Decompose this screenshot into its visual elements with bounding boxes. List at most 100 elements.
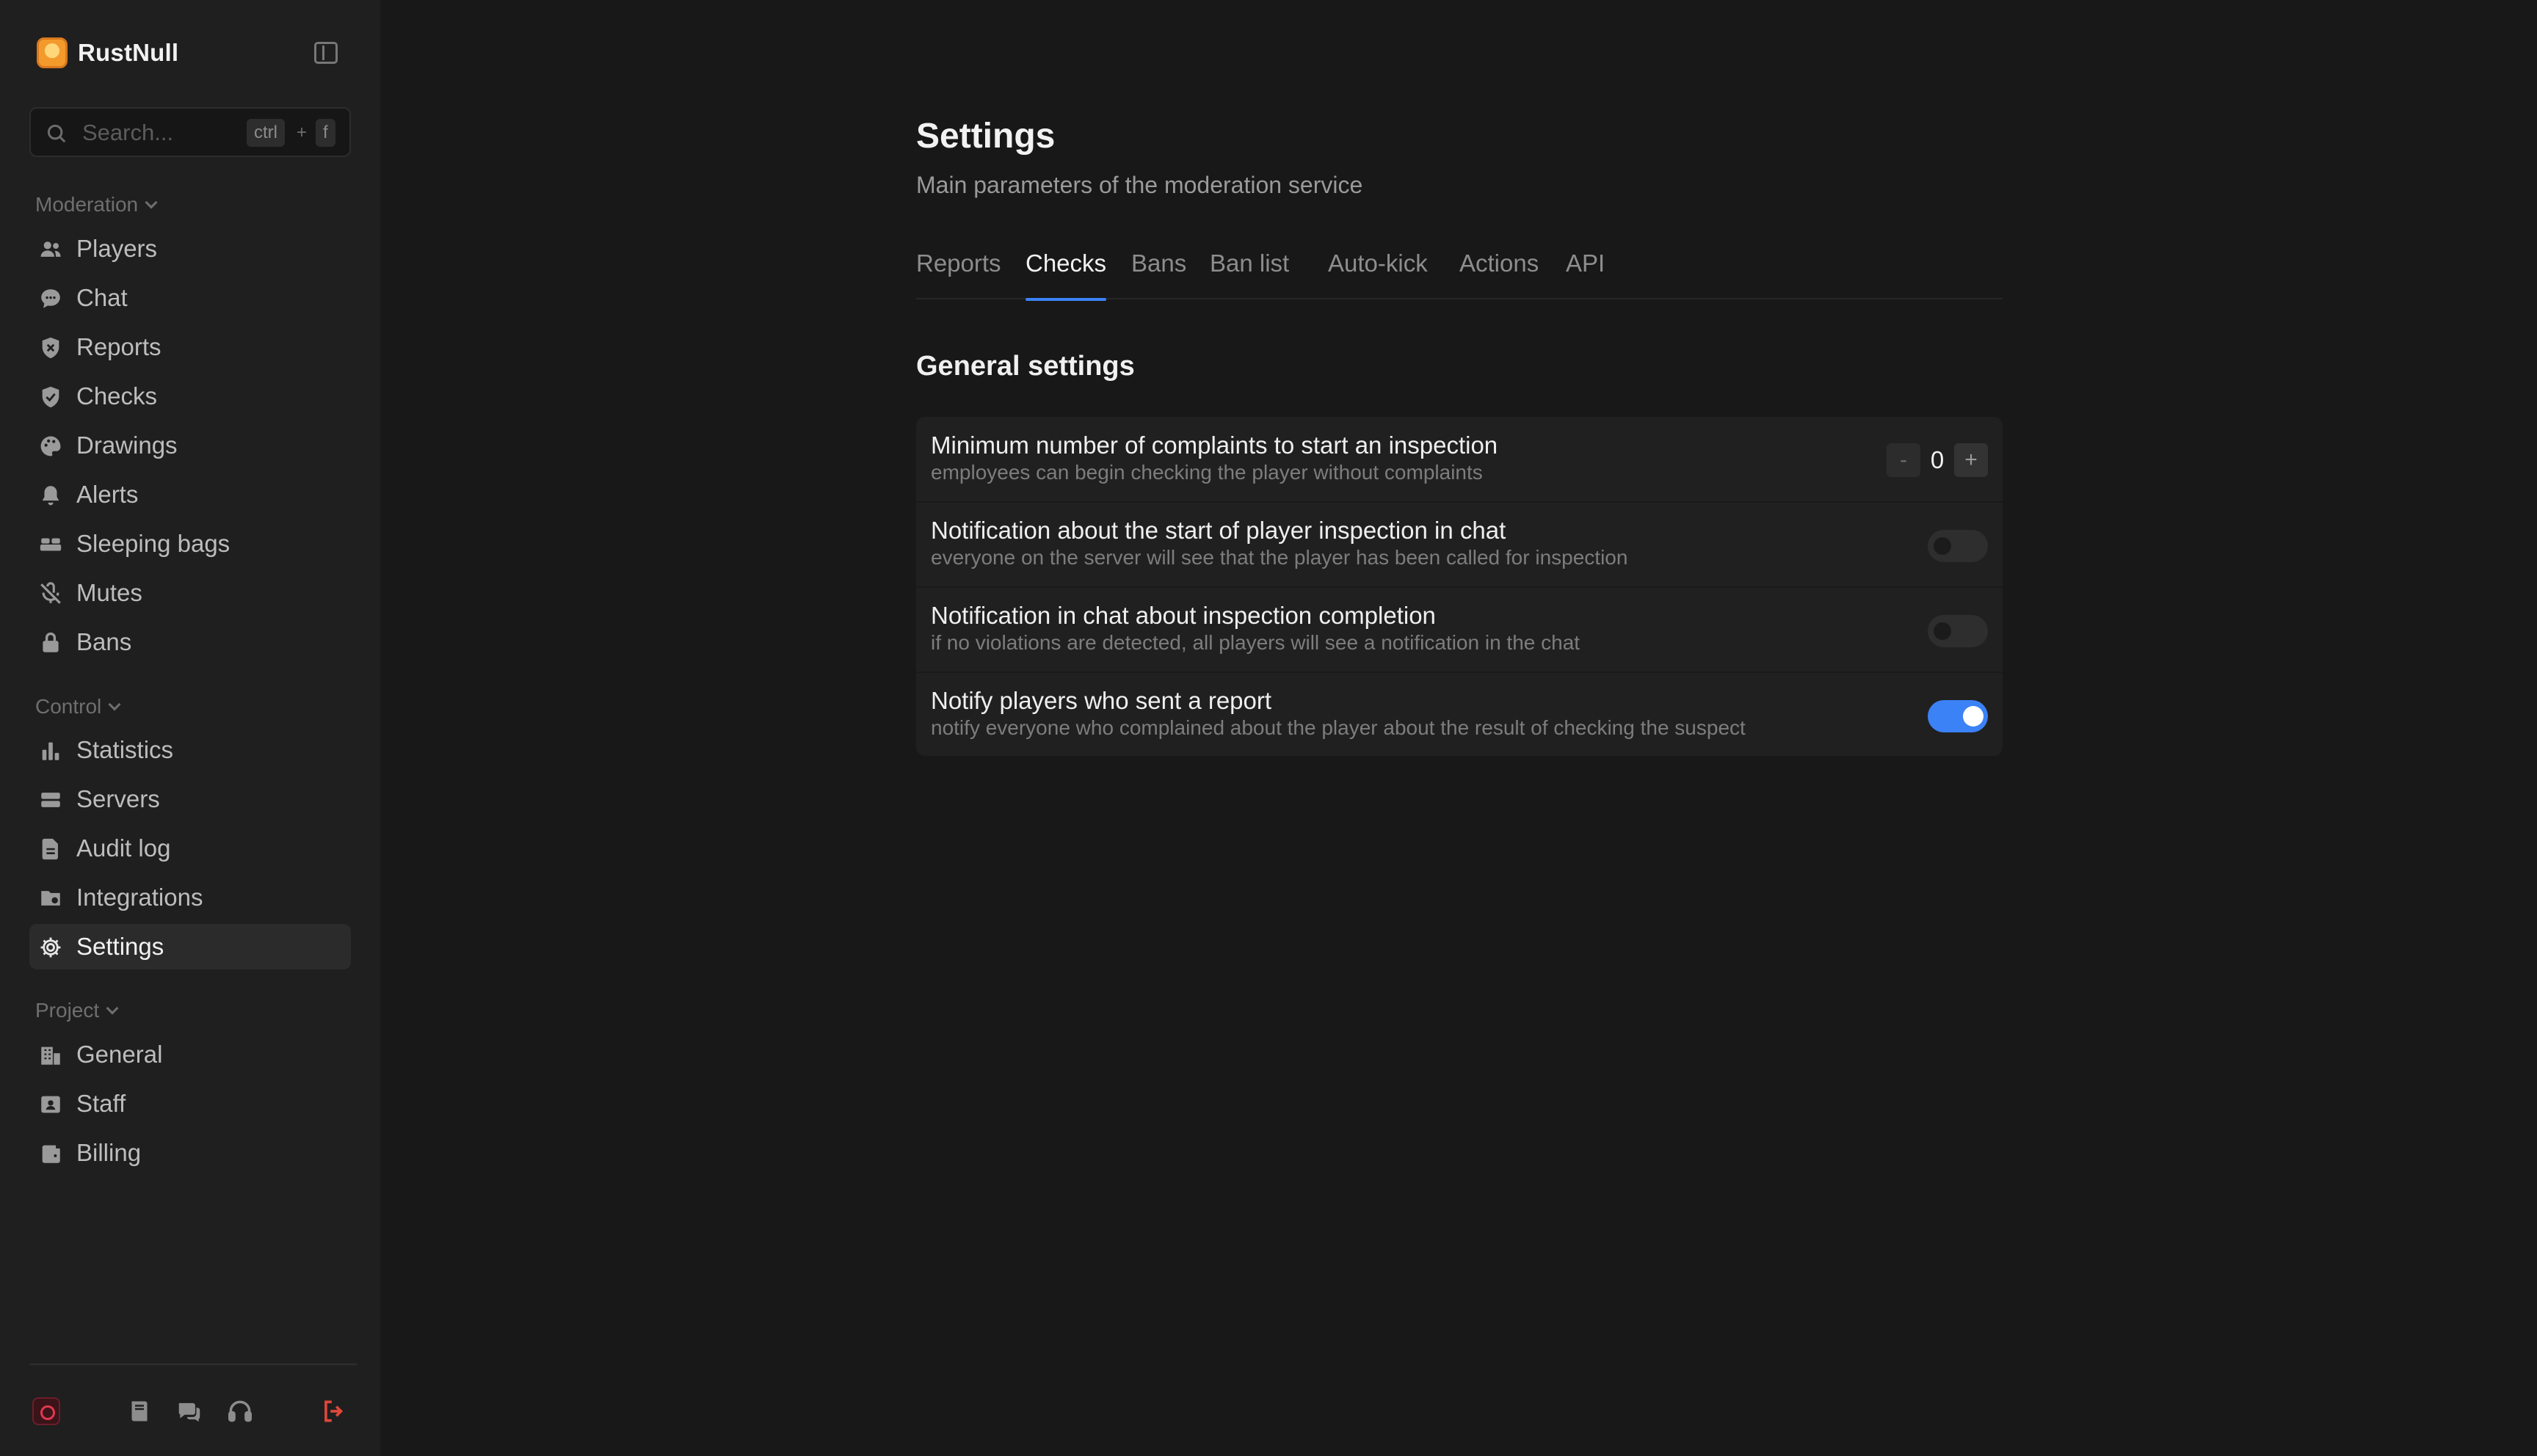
setting-title: Minimum number of complaints to start an… (931, 432, 1498, 459)
sidebar-item-audit-log[interactable]: Audit log (29, 826, 351, 871)
sidebar-item-label: Staff (76, 1090, 126, 1117)
wallet-icon (42, 1145, 60, 1163)
brand-name: RustNull (78, 39, 179, 66)
sidebar-item-label: Checks (76, 382, 158, 410)
sidebar-item-label: Billing (76, 1139, 142, 1166)
users-icon (40, 241, 61, 257)
sidebar-item-bans[interactable]: Bans (29, 619, 351, 665)
tab-ban-list[interactable]: Ban list (1210, 250, 1289, 299)
setting-row-notify-reporters: Notify players who sent a report notify … (916, 672, 2003, 756)
setting-title: Notify players who sent a report (931, 687, 1272, 714)
sidebar-item-mutes[interactable]: Mutes (29, 570, 351, 616)
start-notification-toggle[interactable] (1928, 530, 1988, 562)
search-input[interactable] (82, 119, 244, 147)
main-content: Settings Main parameters of the moderati… (380, 0, 2537, 1456)
shortcut-key-f: f (316, 119, 335, 147)
folder-plug-icon (41, 891, 60, 906)
shortcut-key-ctrl: ctrl (247, 119, 285, 147)
toggle-knob (1963, 706, 1983, 727)
bar-chart-icon (42, 742, 59, 760)
tab-auto-kick[interactable]: Auto-kick (1328, 250, 1428, 299)
sidebar-item-integrations[interactable]: Integrations (29, 875, 351, 920)
sidebar-item-staff[interactable]: Staff (29, 1081, 351, 1126)
book-icon[interactable] (126, 1397, 153, 1425)
sidebar-item-servers[interactable]: Servers (29, 776, 351, 822)
avatar[interactable] (32, 1397, 60, 1425)
sidebar-item-statistics[interactable]: Statistics (29, 727, 351, 773)
sidebar-item-drawings[interactable]: Drawings (29, 423, 351, 468)
sidebar-item-billing[interactable]: Billing (29, 1130, 351, 1176)
sidebar-item-label: Integrations (76, 884, 203, 911)
section-control[interactable]: Control (35, 694, 121, 719)
lock-icon (43, 632, 59, 652)
sidebar-item-label: Chat (76, 284, 128, 311)
setting-row-min-complaints: Minimum number of complaints to start an… (916, 417, 2003, 502)
sidebar-item-alerts[interactable]: Alerts (29, 472, 351, 517)
sidebar-item-label: Bans (76, 628, 132, 655)
sidebar-item-label: Alerts (76, 481, 139, 508)
sidebar-divider (29, 1364, 357, 1365)
setting-title: Notification in chat about inspection co… (931, 602, 1436, 629)
increment-button[interactable]: + (1954, 443, 1988, 477)
chevron-down-icon (106, 1002, 119, 1015)
toggle-knob (1934, 622, 1951, 640)
tab-reports[interactable]: Reports (916, 250, 1001, 299)
sidebar-item-label: Reports (76, 333, 161, 360)
setting-description: everyone on the server will see that the… (931, 546, 1628, 569)
tab-checks[interactable]: Checks (1026, 250, 1107, 301)
logout-icon[interactable] (320, 1397, 348, 1425)
page-subtitle: Main parameters of the moderation servic… (916, 172, 1363, 198)
palette-icon (40, 436, 61, 456)
sidebar-item-label: Audit log (76, 834, 171, 862)
sidebar-item-general[interactable]: General (29, 1032, 351, 1077)
shield-x-icon (42, 337, 59, 359)
setting-description: if no violations are detected, all playe… (931, 631, 1580, 654)
headset-icon[interactable] (226, 1397, 254, 1425)
sidebar-item-label: Drawings (76, 432, 178, 459)
brand[interactable]: RustNull (37, 37, 178, 69)
section-project-label: Project (35, 999, 100, 1022)
sidebar-item-settings[interactable]: Settings (29, 924, 351, 969)
sidebar-item-label: Sleeping bags (76, 530, 231, 557)
tab-bans[interactable]: Bans (1131, 250, 1186, 299)
tab-actions[interactable]: Actions (1459, 250, 1539, 299)
sidebar-item-players[interactable]: Players (29, 226, 351, 272)
notify-reporters-toggle[interactable] (1928, 700, 1988, 732)
brand-logo-icon (37, 37, 68, 68)
chat-bubbles-icon[interactable] (175, 1397, 204, 1425)
setting-description: employees can begin checking the player … (931, 461, 1483, 484)
setting-title: Notification about the start of player i… (931, 517, 1506, 544)
toggle-knob (1934, 537, 1951, 555)
stepper-value[interactable]: 0 (1920, 446, 1954, 474)
server-icon (41, 793, 60, 807)
sidebar-item-checks[interactable]: Checks (29, 374, 351, 419)
complaints-stepper: - 0 + (1887, 443, 1988, 477)
tab-api[interactable]: API (1566, 250, 1605, 299)
decrement-button[interactable]: - (1887, 443, 1920, 477)
section-control-label: Control (35, 695, 102, 718)
search-box[interactable]: ctrl + f (29, 107, 351, 157)
settings-card: Minimum number of complaints to start an… (916, 417, 2003, 756)
chevron-down-icon (145, 196, 158, 209)
sidebar-item-sleeping-bags[interactable]: Sleeping bags (29, 521, 351, 567)
sidebar-item-chat[interactable]: Chat (29, 275, 351, 321)
bed-icon (40, 538, 62, 551)
sidebar-item-reports[interactable]: Reports (29, 324, 351, 370)
building-icon (41, 1046, 60, 1065)
sidebar-item-label: Statistics (76, 736, 174, 763)
section-title: General settings (916, 351, 1135, 382)
document-icon (42, 838, 58, 860)
shortcut-plus: + (297, 123, 308, 142)
setting-row-completion-notification: Notification in chat about inspection co… (916, 587, 2003, 672)
setting-row-start-notification: Notification about the start of player i… (916, 502, 2003, 587)
sidebar-item-label: Servers (76, 785, 160, 812)
sidebar: RustNull ctrl + f Moderation Players Cha… (0, 0, 380, 1456)
section-project[interactable]: Project (35, 998, 119, 1023)
completion-notification-toggle[interactable] (1928, 615, 1988, 647)
chevron-down-icon (108, 698, 121, 711)
sidebar-collapse-icon[interactable] (314, 42, 338, 64)
section-moderation[interactable]: Moderation (35, 192, 158, 217)
chat-bubble-icon (41, 289, 60, 308)
shield-check-icon (42, 386, 59, 408)
id-card-icon (41, 1096, 60, 1113)
